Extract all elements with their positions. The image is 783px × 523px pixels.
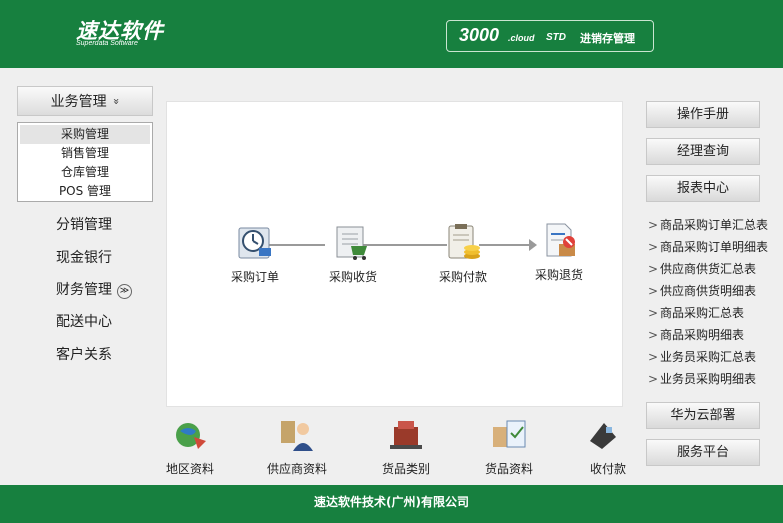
clock-document-icon	[235, 222, 275, 262]
quick-label: 货品资料	[484, 462, 533, 476]
report-link[interactable]: > 商品采购明细表	[648, 326, 744, 343]
quick-goods-info[interactable]: 货品资料	[474, 417, 544, 477]
report-link[interactable]: > 商品采购汇总表	[648, 304, 744, 321]
submenu-item-sales[interactable]: 销售管理	[20, 144, 150, 163]
sidebar-item-delivery[interactable]: 配送中心	[56, 311, 112, 331]
flow-node-purchase-receipt[interactable]: 采购收货	[313, 222, 393, 285]
quick-label: 货品类别	[381, 462, 430, 476]
sidebar-item-cash-bank[interactable]: 现金银行	[56, 247, 112, 267]
submenu-item-pos[interactable]: POS 管理	[20, 182, 150, 201]
report-link-label: 商品采购订单明细表	[660, 240, 769, 254]
sidebar-item-label: 财务管理	[56, 282, 112, 298]
chevron-right-icon: >	[648, 328, 659, 342]
product-name: 进销存管理	[580, 32, 635, 45]
flow-node-label: 采购退货	[534, 268, 583, 282]
company-name: 速达软件技术(广州)有限公司	[314, 495, 469, 509]
sidebar-item-crm[interactable]: 客户关系	[56, 344, 112, 364]
report-link-label: 商品采购订单汇总表	[660, 218, 769, 232]
submenu-item-purchase[interactable]: 采购管理	[20, 125, 150, 144]
globe-arrow-icon	[176, 423, 206, 449]
sidebar-item-label: 现金银行	[56, 250, 112, 266]
submenu-item-warehouse[interactable]: 仓库管理	[20, 163, 150, 182]
flow-node-purchase-order[interactable]: 采购订单	[215, 222, 295, 285]
chevron-right-icon: >	[648, 218, 659, 232]
expand-circle-icon[interactable]: ≫	[117, 284, 132, 299]
report-link-label: 商品采购明细表	[660, 328, 745, 342]
quick-goods-category[interactable]: 货品类别	[371, 417, 441, 477]
product-number: 3000	[459, 25, 500, 45]
people-icon	[281, 421, 313, 451]
manual-button[interactable]: 操作手册	[646, 101, 760, 128]
quick-label: 收付款	[590, 462, 626, 476]
quick-label: 供应商资料	[266, 462, 327, 476]
card-terminal-icon	[590, 423, 616, 449]
report-link[interactable]: > 商品采购订单汇总表	[648, 216, 768, 233]
chevron-right-icon: >	[648, 262, 659, 276]
chevron-right-icon: >	[648, 350, 659, 364]
report-link-label: 供应商供货明细表	[660, 284, 757, 298]
logo-subtitle: Superdata Software	[76, 40, 138, 47]
box-checklist-icon	[493, 420, 526, 448]
product-edition: STD	[546, 32, 566, 43]
report-link[interactable]: > 业务员采购汇总表	[648, 348, 756, 365]
quick-supplier-info[interactable]: 供应商资料	[262, 417, 332, 477]
report-link-label: 业务员采购汇总表	[660, 350, 757, 364]
quick-receipt-payment[interactable]: 收付款	[584, 417, 626, 477]
service-platform-button[interactable]: 服务平台	[646, 439, 760, 466]
huawei-cloud-button[interactable]: 华为云部署	[646, 402, 760, 429]
report-link[interactable]: > 商品采购订单明细表	[648, 238, 768, 255]
return-document-icon	[539, 220, 579, 260]
sidebar-item-label: 配送中心	[56, 314, 112, 330]
boxes-icon	[390, 421, 422, 449]
double-chevron-down-icon: »	[109, 97, 123, 105]
product-cloud-label: .cloud	[508, 33, 535, 43]
footer-bar: 速达软件技术(广州)有限公司	[0, 485, 783, 523]
clipboard-coins-icon	[443, 222, 483, 262]
workflow-panel: 采购订单 采购收货 采购付款 采购退货	[166, 101, 623, 407]
report-link-label: 供应商供货汇总表	[660, 262, 757, 276]
report-center-button[interactable]: 报表中心	[646, 175, 760, 202]
flow-node-label: 采购订单	[230, 270, 279, 284]
report-link[interactable]: > 业务员采购明细表	[648, 370, 756, 387]
sidebar-item-label: 客户关系	[56, 347, 112, 363]
chevron-right-icon: >	[648, 306, 659, 320]
quick-label: 地区资料	[165, 462, 214, 476]
chevron-right-icon: >	[648, 240, 659, 254]
report-link[interactable]: > 供应商供货汇总表	[648, 260, 756, 277]
report-link-label: 商品采购汇总表	[660, 306, 745, 320]
menu-business-management[interactable]: 业务管理 »	[17, 86, 153, 116]
sidebar-item-distribution[interactable]: 分销管理	[56, 214, 112, 234]
product-badge: 3000 .cloud STD 进销存管理	[446, 20, 654, 52]
chevron-right-icon: >	[648, 284, 659, 298]
quick-region-info[interactable]: 地区资料	[155, 417, 225, 477]
cart-document-icon	[333, 222, 373, 262]
flow-node-label: 采购付款	[438, 270, 487, 284]
report-link[interactable]: > 供应商供货明细表	[648, 282, 756, 299]
report-link-label: 业务员采购明细表	[660, 372, 757, 386]
header-bar: 速达软件 Superdata Software 3000 .cloud STD …	[0, 0, 783, 68]
flow-node-purchase-payment[interactable]: 采购付款	[423, 222, 503, 285]
submenu-list: 采购管理 销售管理 仓库管理 POS 管理	[17, 122, 153, 202]
sidebar-item-label: 分销管理	[56, 217, 112, 233]
menu-head-label: 业务管理	[50, 94, 107, 110]
flow-node-label: 采购收货	[328, 270, 377, 284]
manager-query-button[interactable]: 经理查询	[646, 138, 760, 165]
chevron-right-icon: >	[648, 372, 659, 386]
flow-node-purchase-return[interactable]: 采购退货	[519, 220, 599, 283]
sidebar-item-finance[interactable]: 财务管理 ≫	[56, 279, 132, 299]
